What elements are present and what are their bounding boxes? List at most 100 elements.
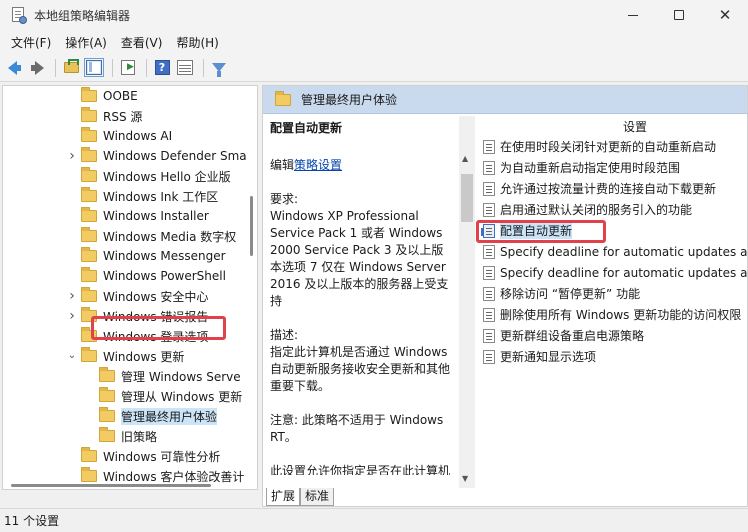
close-button[interactable]: ✕ [702, 0, 748, 30]
setting-label: 删除使用所有 Windows 更新功能的访问权限 [500, 308, 742, 322]
tree-item[interactable]: Windows Hello 企业版 [3, 166, 248, 186]
edit-policy-link[interactable]: 策略设置 [294, 158, 342, 172]
tree-item[interactable]: 管理 Windows Serve [3, 366, 248, 386]
setting-row[interactable]: 启用通过默认关闭的服务引入的功能 [477, 199, 747, 220]
tree-item-label: 旧策略 [121, 429, 158, 444]
toolbar-separator [55, 58, 56, 77]
setting-row[interactable]: 允许通过按流量计费的连接自动下载更新 [477, 178, 747, 199]
setting-row[interactable]: 更新通知显示选项 [477, 346, 747, 367]
export-list-button[interactable] [118, 58, 138, 78]
setting-row[interactable]: Specify deadline for automatic updates a… [477, 241, 748, 262]
folder-icon [81, 167, 97, 182]
folder-icon [99, 427, 115, 442]
tree-hscroll-thumb[interactable] [11, 484, 211, 487]
help-button[interactable]: ? [152, 58, 172, 78]
menu-bar: 文件(F) 操作(A) 查看(V) 帮助(H) [0, 30, 748, 54]
minimize-button[interactable] [610, 0, 656, 30]
policy-setting-icon [483, 349, 495, 364]
menu-file[interactable]: 文件(F) [4, 31, 58, 54]
folder-icon [81, 227, 97, 242]
tree-item[interactable]: Windows Installer [3, 206, 248, 226]
setting-row[interactable]: 为自动重新启动指定使用时段范围 [477, 157, 747, 178]
tree-item[interactable]: › Windows 安全中心 [3, 286, 248, 306]
requirements-text: Windows XP Professional Service Pack 1 或… [270, 209, 449, 308]
policy-setting-icon [483, 202, 495, 217]
show-hide-tree-button[interactable] [84, 58, 104, 78]
settings-list: 在使用时段关闭针对更新的自动重新启动为自动重新启动指定使用时段范围 允许通过按流量… [477, 136, 748, 488]
view-button[interactable] [175, 58, 195, 78]
tree-scroll-thumb[interactable] [250, 196, 253, 256]
status-bar: 11 个设置 [0, 508, 748, 532]
policy-setting-icon [483, 265, 495, 280]
tree-horizontal-scrollbar[interactable] [3, 481, 248, 489]
requirements-block: 要求: Windows XP Professional Service Pack… [270, 191, 455, 310]
edit-policy-line: 编辑策略设置 [270, 157, 455, 174]
tree-item[interactable]: › Windows Defender Sma [3, 146, 248, 166]
filter-icon [212, 63, 226, 77]
details-pane: 管理最终用户体验 配置自动更新 编辑策略设置 要求: Windows XP Pr… [262, 85, 748, 507]
tree-vertical-scrollbar[interactable] [247, 86, 257, 489]
tree-item[interactable]: 旧策略 [3, 426, 248, 446]
tree-item[interactable]: 管理从 Windows 更新 [3, 386, 248, 406]
menu-help[interactable]: 帮助(H) [169, 31, 225, 54]
console-tree-icon [84, 58, 104, 77]
tree-item[interactable]: Windows 可靠性分析 [3, 446, 248, 466]
arrow-right-icon [34, 60, 44, 75]
menu-action[interactable]: 操作(A) [58, 31, 114, 54]
description-scrollbar[interactable]: ▲ ▼ [459, 116, 475, 488]
policy-setting-icon [483, 307, 495, 322]
setting-label: Specify deadline for automatic updates a… [500, 244, 748, 259]
folder-icon [81, 127, 97, 142]
setting-label: 更新群组设备重启电源策略 [500, 329, 645, 343]
tree-item[interactable]: 管理最终用户体验 [3, 406, 248, 426]
setting-row[interactable]: 更新群组设备重启电源策略 [477, 325, 747, 346]
tab-standard[interactable]: 标准 [300, 488, 335, 506]
tree-item[interactable]: ⌄ Windows 更新 [3, 346, 248, 366]
policy-title: 配置自动更新 [270, 121, 343, 135]
up-folder-button[interactable] [61, 58, 81, 78]
setting-row[interactable]: 移除访问 “暂停更新” 功能 [477, 283, 747, 304]
folder-icon [81, 247, 97, 262]
folder-icon [99, 387, 115, 402]
maximize-button[interactable] [656, 0, 702, 30]
tree-item[interactable]: Windows Ink 工作区 [3, 186, 248, 206]
chevron-right-icon[interactable]: › [67, 309, 77, 323]
scroll-down-icon[interactable]: ▼ [462, 474, 468, 483]
setting-row[interactable]: 删除使用所有 Windows 更新功能的访问权限 [477, 304, 747, 325]
policy-setting-icon [483, 160, 495, 175]
export-icon [121, 60, 135, 75]
tree-item[interactable]: Windows Media 数字权 [3, 226, 248, 246]
settings-column-header[interactable]: 设置 [623, 118, 647, 135]
folder-icon [81, 447, 97, 462]
menu-view[interactable]: 查看(V) [114, 31, 170, 54]
scroll-up-icon[interactable]: ▲ [462, 154, 468, 163]
setting-selection-highlight [476, 220, 606, 243]
back-button[interactable] [4, 58, 24, 78]
arrow-left-tail [14, 64, 21, 71]
chevron-right-icon[interactable]: › [67, 149, 77, 163]
tree-item[interactable]: Windows Messenger [3, 246, 248, 266]
chevron-down-icon[interactable]: ⌄ [67, 351, 77, 361]
setting-label: 更新通知显示选项 [500, 350, 597, 364]
setting-label: 在使用时段关闭针对更新的自动重新启动 [500, 140, 717, 154]
chevron-right-icon[interactable]: › [67, 289, 77, 303]
extra-text: 此设置允许你指定是否在此计算机上启用自动更新。如果启用这项 [270, 464, 451, 475]
description-scroll-thumb[interactable] [461, 174, 473, 222]
tree-item[interactable]: Windows PowerShell [3, 266, 248, 286]
tree-item[interactable]: OOBE [3, 86, 248, 106]
folder-icon [81, 207, 97, 222]
toolbar-separator [112, 58, 113, 77]
tree-item-label: 管理 Windows Serve [121, 369, 241, 384]
tree-item-label: Windows Hello 企业版 [103, 169, 231, 184]
title-bar: 本地组策略编辑器 ✕ [0, 0, 748, 30]
setting-row[interactable]: Specify deadline for automatic updates a… [477, 262, 747, 283]
tab-extended[interactable]: 扩展 [266, 488, 301, 506]
forward-button[interactable] [27, 58, 47, 78]
filter-button[interactable] [209, 58, 229, 78]
window-title: 本地组策略编辑器 [34, 8, 131, 23]
list-view-icon [177, 60, 193, 75]
tree-item[interactable]: Windows AI [3, 126, 248, 146]
tree-item-label: Windows Ink 工作区 [103, 189, 219, 204]
tree-item[interactable]: RSS 源 [3, 106, 248, 126]
setting-row[interactable]: 在使用时段关闭针对更新的自动重新启动 [477, 136, 747, 157]
